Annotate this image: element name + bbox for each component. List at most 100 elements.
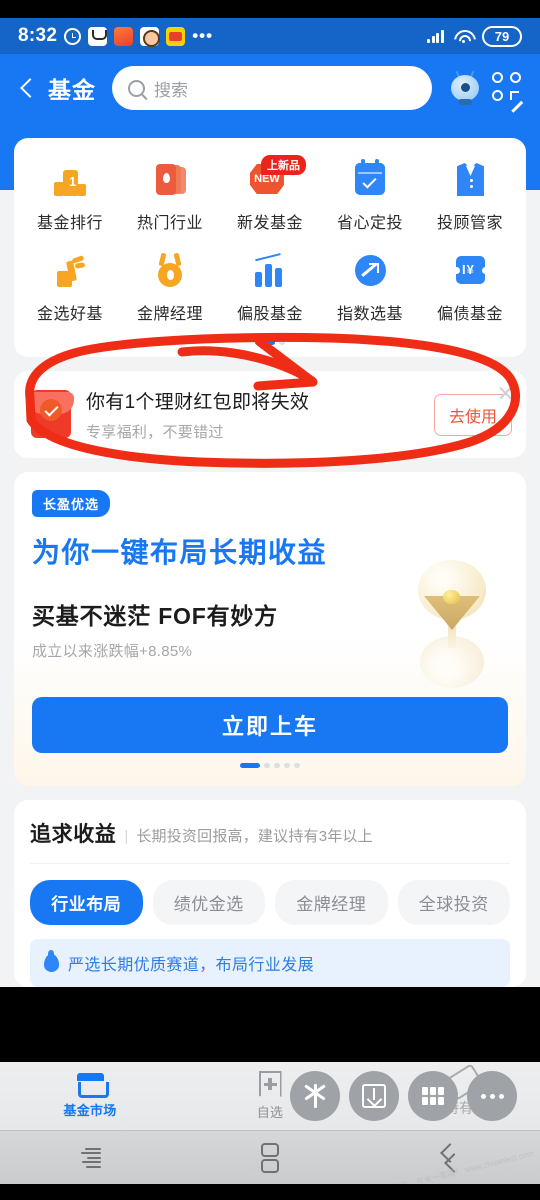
back-button[interactable] <box>16 77 38 99</box>
pursue-tabs: 行业布局 绩优金选 金牌经理 全球投资 <box>30 864 510 939</box>
pursue-note-text: 严选长期优质赛道，布局行业发展 <box>68 957 315 974</box>
pursue-returns-section: 追求收益 | 长期投资回报高，建议持有3年以上 行业布局 绩优金选 金牌经理 全… <box>14 800 526 987</box>
promo-cta-button[interactable]: 立即上车 <box>32 697 508 753</box>
quick-entry-bond-funds[interactable]: I¥ 偏债基金 <box>420 245 520 330</box>
flame-cards-icon <box>148 158 192 202</box>
suit-advisor-icon <box>448 158 492 202</box>
quick-entry-label: 金选好基 <box>36 306 103 323</box>
quick-entry-label: 投顾管家 <box>436 215 503 232</box>
bookmark-plus-icon <box>259 1071 282 1097</box>
promo-tag: 长盈优选 <box>32 490 111 517</box>
nav-label: 基金市场 <box>63 1103 117 1118</box>
new-badge-icon: NEW 上新品 <box>248 155 306 202</box>
wifi-icon <box>453 29 473 44</box>
quick-entry-label: 金牌经理 <box>136 306 203 323</box>
notch-strip <box>0 0 540 18</box>
close-icon[interactable] <box>497 385 513 401</box>
ticket-yuan-icon: I¥ <box>448 249 492 293</box>
status-time: 8:32 <box>18 25 58 46</box>
grid-apps-icon <box>422 1087 444 1105</box>
floating-sparkle-button[interactable] <box>290 1071 340 1121</box>
shop-icon <box>76 1073 109 1098</box>
page-body: 1 基金排行 热门行业 NEW 上新品 新发基金 省心定投 投顾管家 金选好基 … <box>0 124 540 987</box>
search-icon <box>128 79 145 97</box>
app-notification-icon <box>88 26 108 46</box>
pursue-title: 追求收益 <box>30 823 117 846</box>
quick-entry-card: 1 基金排行 热门行业 NEW 上新品 新发基金 省心定投 投顾管家 金选好基 … <box>14 138 526 357</box>
floating-more-button[interactable] <box>467 1071 517 1121</box>
calendar-check-icon <box>348 158 392 202</box>
system-recents-button[interactable] <box>0 1147 180 1168</box>
search-input[interactable]: 搜索 <box>112 66 432 110</box>
red-packet-subtitle: 专享福利，不要错过 <box>86 424 224 441</box>
tab-gold-manager[interactable]: 金牌经理 <box>275 880 388 925</box>
quick-entry-label: 新发基金 <box>236 215 303 232</box>
quick-entry-label: 指数选基 <box>336 306 403 323</box>
pursue-separator: | <box>124 828 129 845</box>
taobao-icon <box>114 26 134 46</box>
download-icon <box>362 1084 386 1108</box>
hourglass-icon <box>402 560 502 690</box>
sparkle-icon <box>302 1083 328 1109</box>
red-envelope-icon <box>28 389 74 440</box>
page-title: 基金 <box>48 77 96 103</box>
quick-entry-new-funds[interactable]: NEW 上新品 新发基金 <box>220 154 320 239</box>
home-split-icon <box>261 1142 279 1173</box>
nav-item-fund-market[interactable]: 基金市场 <box>0 1073 180 1119</box>
pursue-header: 追求收益 | 长期投资回报高，建议持有3年以上 <box>30 818 510 864</box>
signal-icon <box>427 29 444 43</box>
floating-download-button[interactable] <box>349 1071 399 1121</box>
status-bar: 8:32 ••• 79 <box>0 18 540 54</box>
app-header: 基金 搜索 <box>0 54 540 124</box>
nav-label: 自选 <box>256 1105 284 1120</box>
quick-entry-label: 热门行业 <box>136 215 203 232</box>
new-product-badge: 上新品 <box>261 155 306 175</box>
status-bar-right: 79 <box>427 25 522 47</box>
pursue-subtitle: 长期投资回报高，建议持有3年以上 <box>136 828 373 845</box>
red-packet-text: 你有1个理财红包即将失效 专享福利，不要错过 <box>86 387 422 442</box>
hand-pick-icon <box>48 249 92 293</box>
circle-arrow-icon <box>348 249 392 293</box>
robot-assistant-icon[interactable] <box>448 70 482 105</box>
quick-entry-gold-manager[interactable]: 金牌经理 <box>120 245 220 330</box>
bar-chart-trend-icon <box>248 249 292 293</box>
quick-entry-label: 偏股基金 <box>236 306 303 323</box>
grid-pager[interactable] <box>20 330 520 349</box>
red-packet-title: 你有1个理财红包即将失效 <box>86 392 310 413</box>
quick-entry-auto-invest[interactable]: 省心定投 <box>320 154 420 239</box>
avatar-icon <box>140 26 161 47</box>
search-placeholder: 搜索 <box>154 80 188 100</box>
pursue-note: 严选长期优质赛道，布局行业发展 <box>30 939 510 987</box>
tab-industry-layout[interactable]: 行业布局 <box>30 880 143 925</box>
quick-entry-advisor[interactable]: 投顾管家 <box>420 154 520 239</box>
overflow-dots-icon: ••• <box>192 26 214 45</box>
quick-entry-index-funds[interactable]: 指数选基 <box>320 245 420 330</box>
system-home-button[interactable] <box>180 1142 360 1173</box>
quick-entry-fund-ranking[interactable]: 1 基金排行 <box>20 154 120 239</box>
meituan-icon <box>166 26 186 46</box>
phone-screen: 8:32 ••• 79 基金 搜索 1 基金排行 热门行业 NEW 上新品 新发… <box>0 0 540 1200</box>
quick-entry-grid: 1 基金排行 热门行业 NEW 上新品 新发基金 省心定投 投顾管家 金选好基 … <box>20 154 520 330</box>
tab-global-invest[interactable]: 全球投资 <box>397 880 510 925</box>
floating-apps-button[interactable] <box>408 1071 458 1121</box>
quick-entry-selected-funds[interactable]: 金选好基 <box>20 245 120 330</box>
bottom-black-strip <box>0 1184 540 1200</box>
alarm-icon <box>64 27 82 45</box>
recents-menu-icon <box>79 1147 101 1168</box>
more-dots-icon <box>480 1093 504 1099</box>
promo-card[interactable]: 长盈优选 为你一键布局长期收益 买基不迷茫 FOF有妙方 成立以来涨跌幅+8.8… <box>14 472 526 786</box>
quick-entry-label: 省心定投 <box>336 215 403 232</box>
promo-pager[interactable] <box>32 753 508 772</box>
gold-medal-icon <box>148 249 192 293</box>
tab-top-performers[interactable]: 绩优金选 <box>152 880 265 925</box>
quick-entry-label: 基金排行 <box>36 215 103 232</box>
scan-code-icon[interactable] <box>492 72 524 104</box>
red-packet-banner[interactable]: 你有1个理财红包即将失效 专享福利，不要错过 去使用 <box>14 371 526 458</box>
quick-entry-equity-funds[interactable]: 偏股基金 <box>220 245 320 330</box>
quick-entry-label: 偏债基金 <box>436 306 503 323</box>
quick-entry-hot-industry[interactable]: 热门行业 <box>120 154 220 239</box>
battery-icon: 79 <box>482 25 522 47</box>
status-bar-left: 8:32 ••• <box>18 25 427 47</box>
flame-icon <box>44 950 59 972</box>
podium-rank-icon: 1 <box>48 158 92 202</box>
